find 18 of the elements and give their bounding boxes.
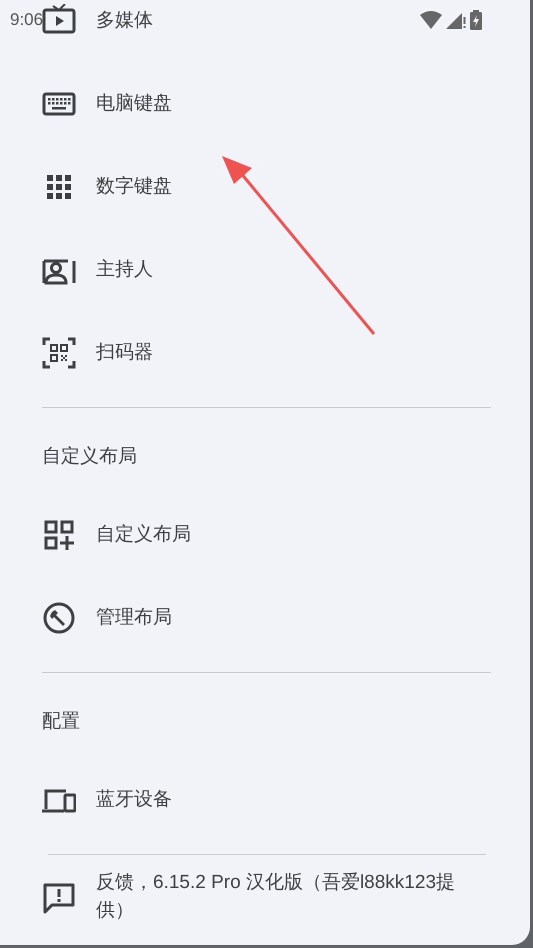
menu-item[interactable]: 电脑键盘 xyxy=(96,90,172,118)
status-time: 9:06 xyxy=(10,9,44,32)
grid-plus-icon xyxy=(42,518,76,552)
menu-item[interactable]: 管理布局 xyxy=(96,604,172,632)
menu-item[interactable]: 多媒体 xyxy=(96,6,153,34)
battery-charging-icon xyxy=(470,10,482,30)
signal-icon xyxy=(446,11,466,29)
wifi-icon xyxy=(420,11,442,29)
menu-item[interactable]: 主持人 xyxy=(96,256,153,284)
menu-item[interactable]: 扫码器 xyxy=(96,338,153,366)
menu-item[interactable]: 反馈，6.15.2 Pro 汉化版（吾爱l88kk123提供） xyxy=(96,869,478,925)
section-header: 自定义布局 xyxy=(42,446,137,467)
qr-scan-icon xyxy=(42,336,76,370)
section-header: 配置 xyxy=(42,711,80,732)
menu-item[interactable]: 蓝牙设备 xyxy=(96,786,172,814)
menu-item[interactable]: 数字键盘 xyxy=(96,172,172,200)
menu-item[interactable]: 自定义布局 xyxy=(96,520,191,548)
wrench-icon xyxy=(42,600,76,634)
